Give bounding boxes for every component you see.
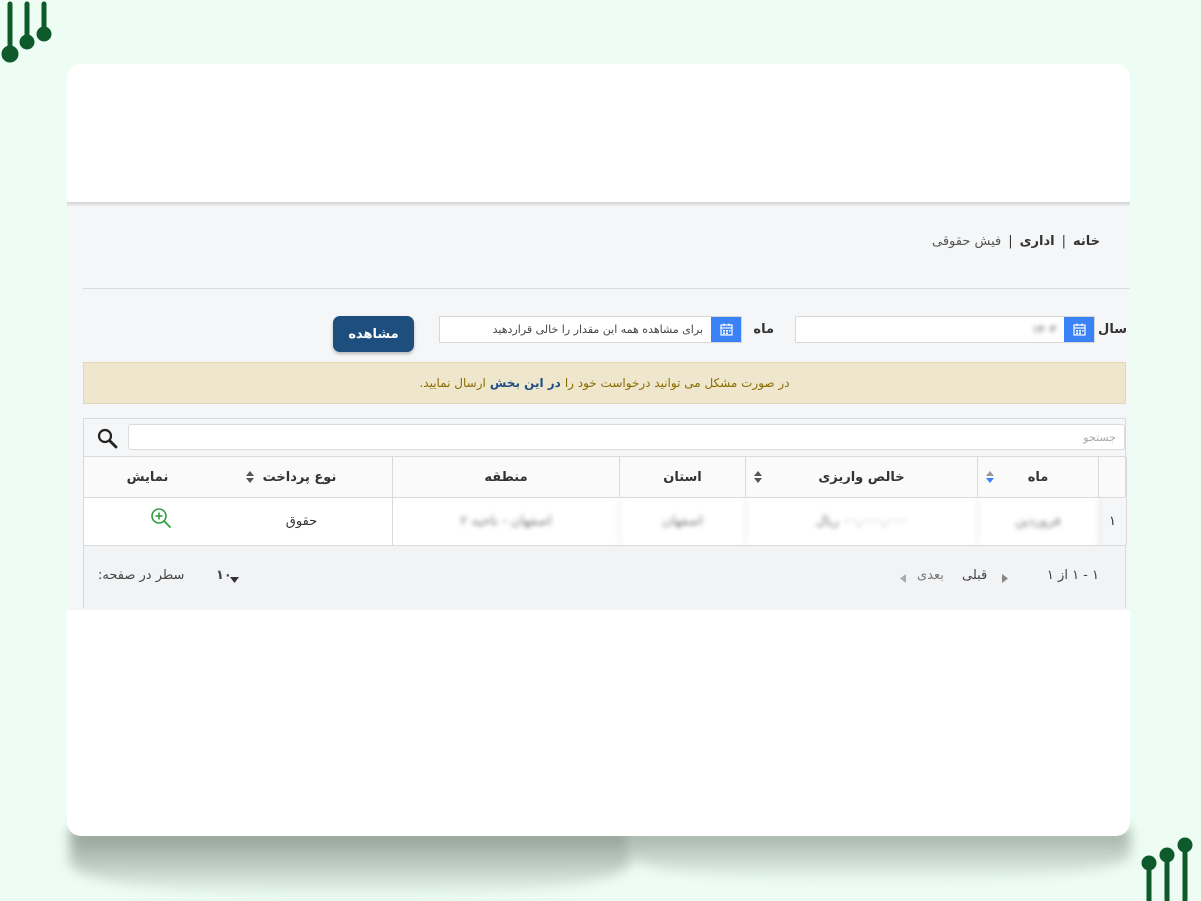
year-field[interactable]: ۱۴۰۳ <box>795 316 1095 343</box>
cell-month: فروردین <box>978 498 1099 545</box>
cell-province: اصفهان <box>620 498 746 545</box>
header-province: استان <box>620 457 746 497</box>
section-divider <box>83 288 1130 289</box>
header-show-label: نمایش <box>126 469 169 485</box>
chevron-down-icon[interactable] <box>230 577 239 583</box>
brand-logo-icon <box>1 1 52 63</box>
sort-active-icon[interactable] <box>986 471 994 483</box>
payslip-table: جستجو ماه خالص واریزی استان منطقه نوع پر… <box>83 418 1127 608</box>
brand-logo-icon <box>1141 837 1193 901</box>
header-month-label: ماه <box>1027 469 1049 485</box>
month-label: ماه <box>753 322 774 337</box>
breadcrumb-separator: | <box>1061 234 1066 249</box>
calendar-icon[interactable] <box>1064 317 1094 342</box>
card-shadow <box>630 828 1130 883</box>
content-panel: خانه | اداری | فیش حقوقی سال ۱۴۰۳ ماه بر… <box>67 206 1130 610</box>
table-header-row: ماه خالص واریزی استان منطقه نوع پرداخت ن… <box>84 456 1127 498</box>
help-alert: در صورت مشکل می توانید درخواست خود را در… <box>83 362 1126 404</box>
breadcrumb-home[interactable]: خانه <box>1073 234 1100 249</box>
sort-icon[interactable] <box>245 471 254 483</box>
year-value: ۱۴۰۳ <box>1032 323 1056 336</box>
breadcrumb: خانه | اداری | فیش حقوقی <box>932 234 1100 249</box>
year-label: سال <box>1098 322 1127 337</box>
table-row: ۱ فروردین ۰۰,۰۰۰,۰۰۰ ریال اصفهان اصفهان … <box>84 498 1127 546</box>
header-region-label: منطقه <box>484 469 528 485</box>
header-province-label: استان <box>663 469 702 485</box>
cell-payment-type: حقوق <box>211 498 393 545</box>
zoom-in-icon[interactable] <box>150 507 172 529</box>
breadcrumb-current: فیش حقوقی <box>931 234 1002 249</box>
header-payment-type-label: نوع پرداخت <box>262 469 337 485</box>
chevron-right-icon[interactable] <box>1002 574 1008 583</box>
rows-per-page-label: سطر در صفحه: <box>98 568 185 583</box>
header-show: نمایش <box>84 457 211 497</box>
cell-show <box>84 498 211 545</box>
view-button[interactable]: مشاهده <box>333 316 414 352</box>
header-net-paid-label: خالص واریزی <box>818 469 905 485</box>
sort-icon[interactable] <box>754 471 762 483</box>
header-region: منطقه <box>393 457 620 497</box>
alert-text-end: ارسال نمایید. <box>419 376 486 390</box>
breadcrumb-separator: | <box>1008 234 1013 249</box>
screenshot-card: خانه | اداری | فیش حقوقی سال ۱۴۰۳ ماه بر… <box>67 64 1130 836</box>
alert-link[interactable]: در این بخش <box>490 376 561 390</box>
search-input[interactable]: جستجو <box>128 424 1125 450</box>
search-icon[interactable] <box>96 427 120 451</box>
row-index: ۱ <box>1099 498 1127 545</box>
cell-net-paid: ۰۰,۰۰۰,۰۰۰ ریال <box>746 498 978 545</box>
card-shadow <box>70 828 630 898</box>
cell-region: اصفهان - ناحیه ۲ <box>393 498 620 545</box>
alert-text-start: در صورت مشکل می توانید درخواست خود را <box>564 376 790 390</box>
pagination-next[interactable]: بعدی <box>917 568 944 583</box>
month-placeholder: برای مشاهده همه این مقدار را خالی قرارده… <box>492 323 703 336</box>
header-index <box>1099 457 1127 497</box>
month-field[interactable]: برای مشاهده همه این مقدار را خالی قرارده… <box>439 316 742 343</box>
pagination-range: ۱ - ۱ از ۱ <box>1046 568 1099 583</box>
chevron-left-icon[interactable] <box>900 574 906 583</box>
pagination-prev[interactable]: قبلی <box>962 568 987 583</box>
table-search-row: جستجو <box>84 419 1125 456</box>
calendar-icon[interactable] <box>711 317 741 342</box>
header-net-paid[interactable]: خالص واریزی <box>746 457 978 497</box>
breadcrumb-admin[interactable]: اداری <box>1020 234 1055 249</box>
header-payment-type[interactable]: نوع پرداخت <box>211 457 393 497</box>
header-month[interactable]: ماه <box>978 457 1099 497</box>
table-pagination: ۱ - ۱ از ۱ قبلی بعدی ۱۰ سطر در صفحه: <box>84 546 1125 608</box>
